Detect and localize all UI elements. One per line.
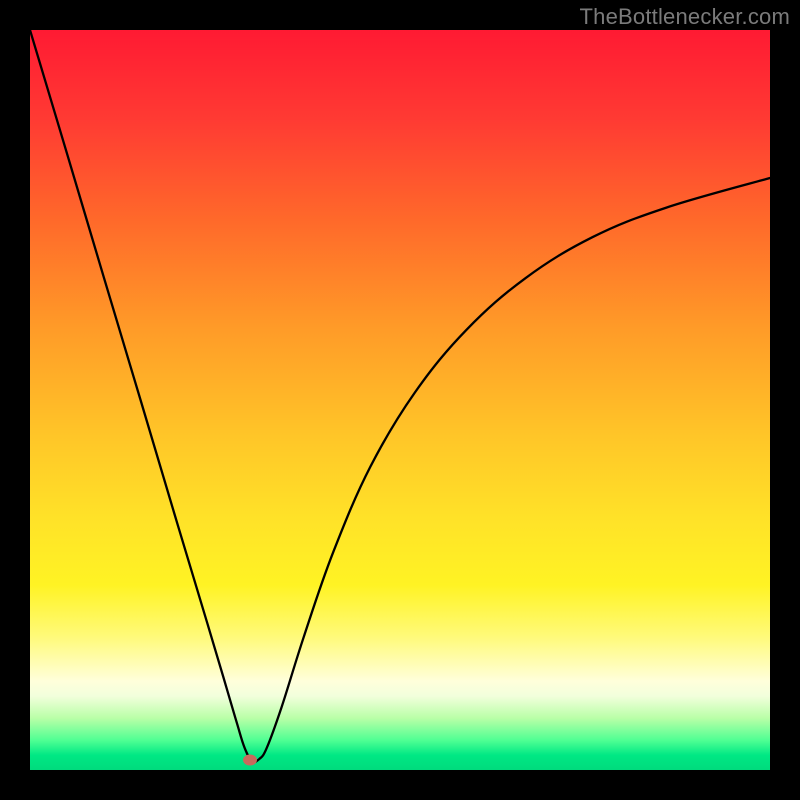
bottleneck-curve: [30, 30, 770, 770]
curve-path: [30, 30, 770, 762]
chart-frame: TheBottlenecker.com: [0, 0, 800, 800]
watermark-text: TheBottlenecker.com: [580, 4, 790, 30]
optimum-marker: [243, 754, 257, 765]
plot-area: [30, 30, 770, 770]
